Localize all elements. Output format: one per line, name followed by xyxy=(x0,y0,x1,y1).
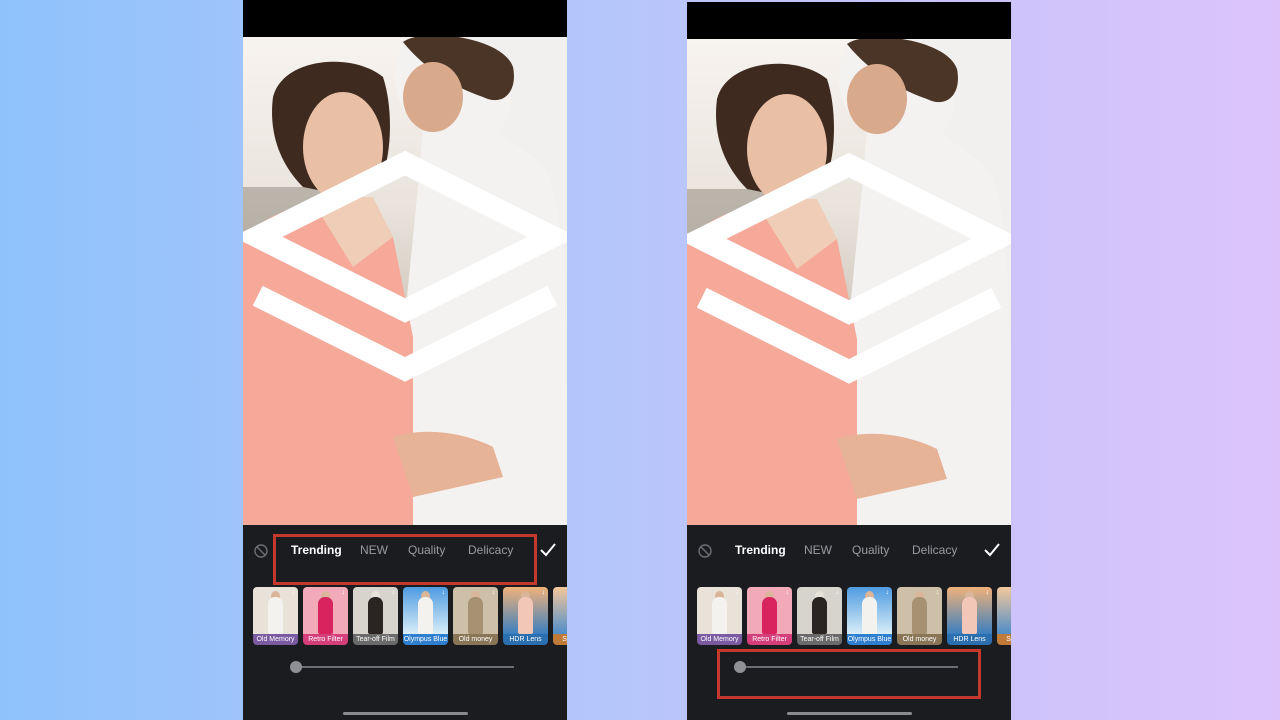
download-icon: ↓ xyxy=(936,589,940,596)
filter-label: Retro Filter xyxy=(303,634,348,645)
filter-thumb-tear-off-film[interactable]: ↓ Tear-off Film xyxy=(353,587,398,645)
download-icon: ↓ xyxy=(392,589,396,596)
filter-label: Tear-off Film xyxy=(797,634,842,645)
download-icon: ↓ xyxy=(292,589,296,596)
filter-label: Tear-off Film xyxy=(353,634,398,645)
filter-thumb-tear-off-film[interactable]: ↓ Tear-off Film xyxy=(797,587,842,645)
filter-thumb-old-money[interactable]: ↓ Old money xyxy=(453,587,498,645)
filter-thumb-summer[interactable]: Summer xyxy=(997,587,1011,645)
highlight-box-slider xyxy=(717,649,981,699)
tab-delicacy[interactable]: Delicacy xyxy=(912,543,957,557)
filter-thumb-retro-filter[interactable]: ↓ Retro Filter xyxy=(303,587,348,645)
filter-label: Old Memory xyxy=(697,634,742,645)
filter-thumb-olympus-blue[interactable]: ↓ Olympus Blue xyxy=(403,587,448,645)
filter-label: Retro Filter xyxy=(747,634,792,645)
filter-category-tabs: Trending NEW Quality Delicacy xyxy=(687,539,1011,565)
home-indicator xyxy=(787,712,912,715)
download-icon: ↓ xyxy=(986,589,990,596)
check-icon[interactable] xyxy=(983,542,1001,558)
layers-icon[interactable] xyxy=(687,39,1011,527)
filter-label: HDR Lens xyxy=(503,634,548,645)
check-icon[interactable] xyxy=(539,542,557,558)
filter-thumb-hdr-lens[interactable]: ↓ HDR Lens xyxy=(503,587,548,645)
filter-label: Old money xyxy=(453,634,498,645)
filter-label: Old Memory xyxy=(253,634,298,645)
photo-preview[interactable] xyxy=(243,37,567,525)
download-icon: ↓ xyxy=(886,589,890,596)
filter-thumb-hdr-lens[interactable]: ↓ HDR Lens xyxy=(947,587,992,645)
status-bar xyxy=(687,2,1011,39)
download-icon: ↓ xyxy=(736,589,740,596)
tab-new[interactable]: NEW xyxy=(804,543,832,557)
photo-preview[interactable] xyxy=(687,39,1011,527)
home-indicator xyxy=(343,712,468,715)
filter-label: Old money xyxy=(897,634,942,645)
phone-screen-right: Trending NEW Quality Delicacy ↓ Old Memo… xyxy=(687,2,1011,720)
filter-thumbnails: ↓ Old Memory ↓ Retro Filter ↓ Tear-off F… xyxy=(253,587,567,645)
phone-screen-left: Trending NEW Quality Delicacy ↓ Old Memo… xyxy=(243,0,567,720)
tab-quality[interactable]: Quality xyxy=(852,543,889,557)
tab-trending[interactable]: Trending xyxy=(735,543,786,557)
filter-thumb-old-memory[interactable]: ↓ Old Memory xyxy=(253,587,298,645)
download-icon: ↓ xyxy=(442,589,446,596)
intensity-slider-handle[interactable] xyxy=(290,661,302,673)
filter-thumbnails: ↓ Old Memory ↓ Retro Filter ↓ Tear-off F… xyxy=(697,587,1011,645)
status-bar xyxy=(243,0,567,37)
no-filter-icon[interactable] xyxy=(254,544,268,558)
filter-label: Olympus Blue xyxy=(847,634,892,645)
highlight-box-tabs xyxy=(273,534,537,585)
download-icon: ↓ xyxy=(786,589,790,596)
filter-label: Summer xyxy=(997,634,1011,645)
no-filter-icon[interactable] xyxy=(698,544,712,558)
filter-thumb-olympus-blue[interactable]: ↓ Olympus Blue xyxy=(847,587,892,645)
filter-thumb-summer[interactable]: Summer xyxy=(553,587,567,645)
filter-label: HDR Lens xyxy=(947,634,992,645)
filter-label: Olympus Blue xyxy=(403,634,448,645)
download-icon: ↓ xyxy=(492,589,496,596)
filter-thumb-old-memory[interactable]: ↓ Old Memory xyxy=(697,587,742,645)
download-icon: ↓ xyxy=(542,589,546,596)
intensity-slider-track[interactable] xyxy=(295,666,514,668)
filter-label: Summer xyxy=(553,634,567,645)
filter-thumb-old-money[interactable]: ↓ Old money xyxy=(897,587,942,645)
download-icon: ↓ xyxy=(836,589,840,596)
layers-icon[interactable] xyxy=(243,37,567,525)
filter-thumb-retro-filter[interactable]: ↓ Retro Filter xyxy=(747,587,792,645)
download-icon: ↓ xyxy=(342,589,346,596)
